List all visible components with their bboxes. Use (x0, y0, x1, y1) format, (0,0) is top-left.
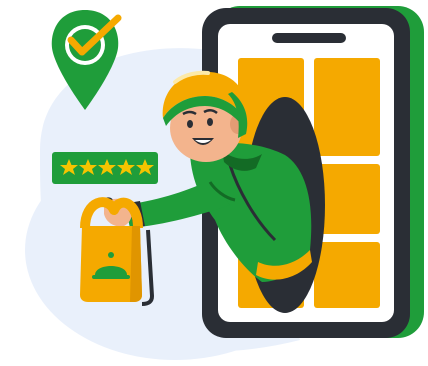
star-rating-icon (52, 152, 158, 184)
phone-speaker (272, 33, 346, 43)
illustration-svg (25, 6, 424, 360)
tile-6 (314, 242, 380, 308)
tile-2 (314, 58, 380, 156)
delivery-illustration (0, 0, 428, 366)
